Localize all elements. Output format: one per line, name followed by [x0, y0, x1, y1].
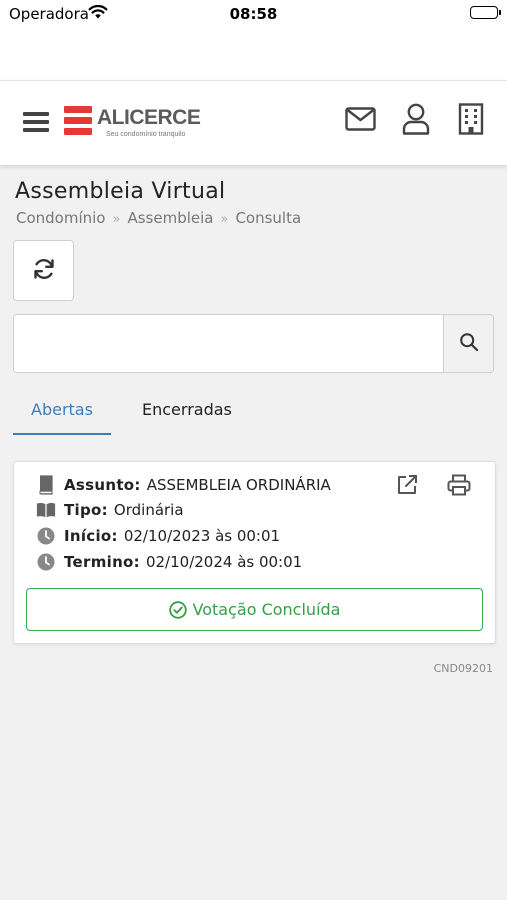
inicio-value: 02/10/2023 às 00:01 — [123, 527, 281, 545]
refresh-button[interactable] — [13, 240, 74, 301]
screen-code: CND09201 — [433, 662, 493, 675]
refresh-icon — [32, 257, 56, 285]
vote-status-button[interactable]: Votação Concluída — [26, 588, 483, 631]
breadcrumb-separator-icon: » — [220, 212, 229, 227]
tab-abertas[interactable]: Abertas — [31, 400, 93, 419]
menu-icon[interactable] — [23, 112, 49, 136]
open-book-icon — [36, 501, 56, 519]
breadcrumb-assembleia[interactable]: Assembleia — [127, 209, 213, 227]
search-input[interactable] — [14, 315, 444, 372]
termino-label: Termino: — [64, 553, 140, 571]
vote-status-label: Votação Concluída — [192, 600, 341, 619]
check-circle-icon — [168, 600, 187, 619]
clock-icon — [36, 553, 56, 571]
search-icon — [459, 332, 479, 356]
tipo-row: Tipo: Ordinária — [36, 501, 184, 519]
termino-row: Termino: 02/10/2024 às 00:01 — [36, 553, 302, 571]
page-title: Assembleia Virtual — [15, 179, 226, 204]
breadcrumb: Condomínio » Assembleia » Consulta — [16, 209, 301, 227]
app-header: ALICERCE Seu condomínio tranquilo — [0, 80, 507, 165]
building-icon[interactable] — [458, 103, 484, 139]
open-external-icon[interactable] — [396, 474, 418, 500]
print-icon[interactable] — [447, 474, 471, 500]
tipo-label: Tipo: — [64, 501, 108, 519]
tipo-value: Ordinária — [113, 501, 184, 519]
logo-text: ALICERCE — [97, 106, 201, 129]
logo-tagline: Seu condomínio tranquilo — [106, 131, 186, 138]
assunto-label: Assunto: — [64, 476, 141, 494]
breadcrumb-condominio[interactable]: Condomínio — [16, 209, 106, 227]
book-icon — [36, 475, 56, 495]
battery-icon — [470, 6, 501, 19]
termino-value: 02/10/2024 às 00:01 — [145, 553, 303, 571]
mail-icon[interactable] — [345, 107, 376, 135]
active-tab-indicator — [13, 433, 111, 435]
search-button[interactable] — [443, 315, 493, 372]
inicio-label: Início: — [64, 527, 118, 545]
user-icon[interactable] — [402, 103, 430, 139]
clock: 08:58 — [229, 5, 278, 23]
inicio-row: Início: 02/10/2023 às 00:01 — [36, 527, 280, 545]
clock-icon — [36, 527, 56, 545]
assunto-row: Assunto: ASSEMBLEIA ORDINÁRIA — [36, 475, 331, 495]
breadcrumb-separator-icon: » — [112, 212, 121, 227]
tab-encerradas[interactable]: Encerradas — [142, 400, 232, 419]
status-bar: Operadora 08:58 — [0, 0, 507, 80]
logo-mark — [64, 106, 92, 136]
assembly-card: Assunto: ASSEMBLEIA ORDINÁRIA Tipo: Ordi… — [13, 461, 496, 644]
breadcrumb-consulta: Consulta — [235, 209, 302, 227]
assunto-value: ASSEMBLEIA ORDINÁRIA — [146, 476, 331, 494]
alicerce-logo: ALICERCE Seu condomínio tranquilo — [64, 106, 204, 144]
search-bar — [13, 314, 494, 373]
